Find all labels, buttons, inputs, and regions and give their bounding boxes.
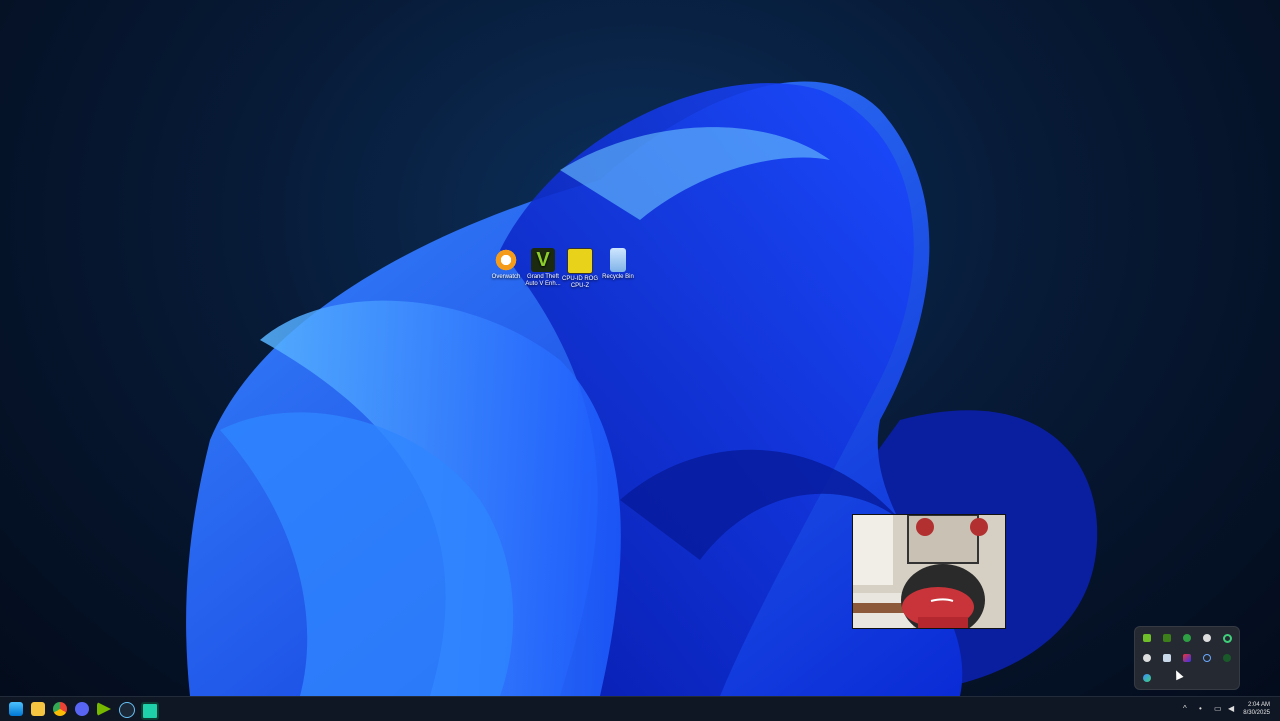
- desktop-icon-gta-v[interactable]: V Grand Theft Auto V Enh...: [523, 248, 563, 288]
- green-icon[interactable]: [1223, 654, 1231, 662]
- xbox-icon[interactable]: [1183, 634, 1191, 642]
- ring-icon[interactable]: [1203, 654, 1211, 662]
- file-explorer-icon[interactable]: [31, 702, 45, 716]
- desktop-icon-label: Overwatch: [491, 274, 521, 280]
- desktop-icon-cpu-z[interactable]: CPU-ID ROG CPU-Z: [560, 248, 600, 290]
- clock-time: 2:04 AM: [1247, 702, 1270, 708]
- tray-overflow-popup: [1134, 626, 1240, 690]
- clock-date: 8/30/2025: [1243, 710, 1270, 716]
- desktop-icon-overwatch[interactable]: Overwatch: [486, 248, 526, 281]
- webcam-feed: [853, 515, 1005, 628]
- volume-icon[interactable]: ◀: [1228, 705, 1236, 713]
- gear-icon[interactable]: [1143, 654, 1151, 662]
- overwatch-icon: [494, 248, 518, 272]
- chrome-icon[interactable]: [53, 702, 67, 716]
- desktop-icon-label: CPU-ID ROG CPU-Z: [562, 276, 598, 289]
- wallpaper-bloom: [186, 81, 1098, 696]
- app-icon[interactable]: [141, 702, 159, 720]
- network-icon[interactable]: [1143, 674, 1151, 682]
- discord-icon[interactable]: [75, 702, 89, 716]
- color-icon[interactable]: [1183, 654, 1191, 662]
- recycle-bin-icon: [610, 248, 626, 272]
- start-icon[interactable]: [9, 702, 23, 716]
- gta-v-icon: V: [531, 248, 555, 272]
- desktop-icon-label: Grand Theft Auto V Enh...: [525, 274, 561, 287]
- clock[interactable]: 2:04 AM 8/30/2025: [1243, 701, 1270, 717]
- network-icon[interactable]: ▭: [1214, 705, 1222, 713]
- app-icon[interactable]: [1203, 634, 1211, 642]
- taskbar: ^ • ▭ ◀ 2:04 AM 8/30/2025: [0, 696, 1280, 721]
- circle-icon[interactable]: [1223, 634, 1232, 643]
- desktop-icon-label: Recycle Bin: [602, 274, 634, 280]
- cpu-z-icon: [567, 248, 593, 274]
- steam-icon[interactable]: [1163, 654, 1171, 662]
- webcam-overlay: [852, 514, 1006, 629]
- microphone-icon[interactable]: •: [1199, 705, 1207, 713]
- chevron-up-icon[interactable]: ^: [1183, 705, 1191, 713]
- nvidia-icon[interactable]: [1143, 634, 1151, 642]
- desktop-icon-recycle-bin[interactable]: Recycle Bin: [598, 248, 638, 281]
- nvidia-icon[interactable]: [97, 702, 111, 716]
- nvidia-share-icon[interactable]: [1163, 634, 1171, 642]
- steam-icon[interactable]: [119, 702, 135, 718]
